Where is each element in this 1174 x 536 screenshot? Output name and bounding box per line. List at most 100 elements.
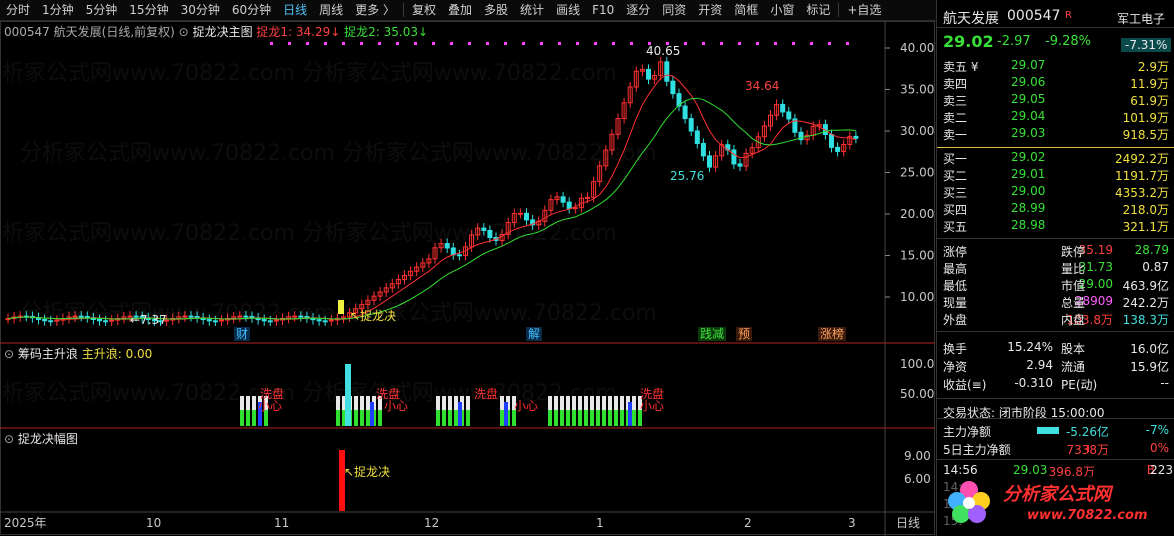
- quote-cell: 买二: [943, 169, 968, 183]
- time-tick: 11: [274, 516, 289, 530]
- stats-row: 涨停 35.19 跌停 28.79: [937, 243, 1174, 259]
- candle-body: [737, 163, 743, 167]
- sector-name[interactable]: 军工电子: [1117, 10, 1165, 27]
- candle-body: [835, 146, 841, 152]
- toolbar-item[interactable]: F10: [586, 0, 620, 21]
- toolbar-item[interactable]: 更多 〉: [349, 0, 401, 21]
- flow-bar: [1087, 445, 1089, 452]
- stock-name: 航天发展: [53, 25, 102, 39]
- quote-cell: 29.07: [1011, 58, 1046, 72]
- panel-divider: [937, 27, 1174, 28]
- logo-url: www.70822.com: [1027, 508, 1148, 523]
- toolbar-item[interactable]: 30分钟: [175, 0, 226, 21]
- watermark-text: 分析家公式网www.70822.com 分析家公式网www.70822.com: [0, 221, 617, 246]
- sub1-bar: [590, 410, 594, 426]
- toolbar-item[interactable]: +自选: [841, 0, 887, 21]
- quote-cell: 净资: [943, 360, 968, 374]
- quote-cell: 29.05: [1011, 92, 1046, 106]
- chart-frame: [0, 21, 935, 535]
- kline-chart[interactable]: 40.00 35.00 30.00 25.00 20.00 15.00 10.00 40.65…: [0, 21, 935, 536]
- toolbar-item[interactable]: 1分钟: [36, 0, 80, 21]
- quote-cell: 外盘: [943, 313, 968, 327]
- signal-dot: [576, 42, 579, 45]
- quote-cell: 0%: [1149, 441, 1169, 455]
- quote-cell: 市值: [1061, 279, 1086, 293]
- toolbar-item[interactable]: 简框: [728, 0, 764, 21]
- quote-cell: 14:56: [943, 463, 978, 477]
- quote-cell: 2492.2万: [1115, 152, 1169, 166]
- quote-cell: 股本: [1061, 342, 1086, 356]
- toolbar-item[interactable]: 多股: [478, 0, 514, 21]
- watermark-text: 分析家公式网www.70822.com 分析家公式网www.70822.com: [0, 61, 617, 86]
- toolbar-item[interactable]: 画线: [550, 0, 586, 21]
- sub2-icon[interactable]: ⊙: [4, 432, 14, 446]
- toolbar-item[interactable]: 小窗: [764, 0, 800, 21]
- event-tag: 财: [236, 327, 248, 341]
- toolbar-item[interactable]: 分时: [0, 0, 36, 21]
- toolbar-item[interactable]: 周线: [313, 0, 349, 21]
- bid-row: 买二 29.01 1191.7万: [937, 167, 1174, 183]
- event-tag: 预: [738, 327, 750, 341]
- toolbar-item[interactable]: 统计: [514, 0, 550, 21]
- signal-dot: [702, 42, 705, 45]
- sub1-icon[interactable]: ⊙: [4, 347, 14, 361]
- toolbar-item[interactable]: 15分钟: [123, 0, 174, 21]
- signal-dot: [540, 42, 543, 45]
- toolbar-item[interactable]: 开资: [692, 0, 728, 21]
- toolbar-item[interactable]: 同资: [656, 0, 692, 21]
- quote-flag: R: [1065, 10, 1072, 21]
- sub2-title[interactable]: 捉龙决幅图: [18, 432, 78, 446]
- quote-cell: 买一: [943, 152, 968, 166]
- signal-dot: [360, 42, 363, 45]
- sub1-bar: [354, 410, 358, 426]
- signal-dot: [504, 42, 507, 45]
- stats2-row: 净资 2.94 流通 15.9亿: [937, 358, 1174, 374]
- quote-cell: 跌停: [1061, 245, 1086, 259]
- sub1-bar: [602, 410, 606, 426]
- quote-cell: 买五: [943, 220, 968, 234]
- quote-cell: 16.0亿: [1130, 342, 1169, 356]
- ask-row: 卖二 29.04 101.9万: [937, 109, 1174, 125]
- chevron-down-icon[interactable]: ⊙: [179, 25, 189, 39]
- sub1-tick: 50.00: [900, 387, 934, 401]
- sub1-bar: [240, 410, 244, 426]
- toolbar-item[interactable]: 60分钟: [226, 0, 277, 21]
- toolbar-item[interactable]: 标记: [800, 0, 836, 21]
- sub1-bar: [378, 410, 382, 426]
- signal-dot: [792, 42, 795, 45]
- sub1-title[interactable]: 筹码主升浪: [18, 347, 78, 361]
- signal-dot: [720, 42, 723, 45]
- quote-cell: 换手: [943, 342, 968, 356]
- price-tick: 10.00: [900, 290, 934, 304]
- logo-text: 分析家公式网: [1003, 484, 1114, 505]
- time-tick: 2025年: [4, 516, 47, 530]
- ask-row: 卖一 29.03 918.5万: [937, 126, 1174, 142]
- toolbar-item[interactable]: 日线: [277, 0, 313, 21]
- candle-body: [682, 105, 688, 120]
- quote-cell: 321.1万: [1122, 220, 1169, 234]
- quote-cell: 29.00: [1011, 184, 1046, 198]
- quote-cell: 流通: [1061, 360, 1086, 374]
- current-price: 29.02: [943, 32, 994, 51]
- toolbar-item[interactable]: 逐分: [620, 0, 656, 21]
- quote-cell: 29.04: [1011, 109, 1046, 123]
- ma1-line: [7, 74, 857, 320]
- quote-cell: PE(动): [1061, 378, 1098, 392]
- indicator-name[interactable]: 捉龙决主图: [193, 25, 253, 39]
- toolbar-item[interactable]: 5分钟: [80, 0, 124, 21]
- signal-dot: [756, 42, 759, 45]
- toolbar-item[interactable]: 复权: [406, 0, 442, 21]
- sub1-tag: 小心: [640, 399, 664, 413]
- quote-cell: 卖二: [943, 111, 968, 125]
- stats-row: 最高 31.73 量比 0.87: [937, 260, 1174, 276]
- time-tick: 3: [848, 516, 856, 530]
- quote-cell: 15.24%: [1007, 340, 1053, 354]
- sub1-bar: [628, 402, 632, 426]
- quote-cell: 29.02: [1011, 150, 1046, 164]
- sub1-bar: [442, 410, 446, 426]
- toolbar-item[interactable]: 叠加: [442, 0, 478, 21]
- sub1-bar: [454, 410, 458, 426]
- signal-dot: [396, 42, 399, 45]
- candle-body: [780, 103, 786, 113]
- high-label: 40.65: [646, 44, 680, 58]
